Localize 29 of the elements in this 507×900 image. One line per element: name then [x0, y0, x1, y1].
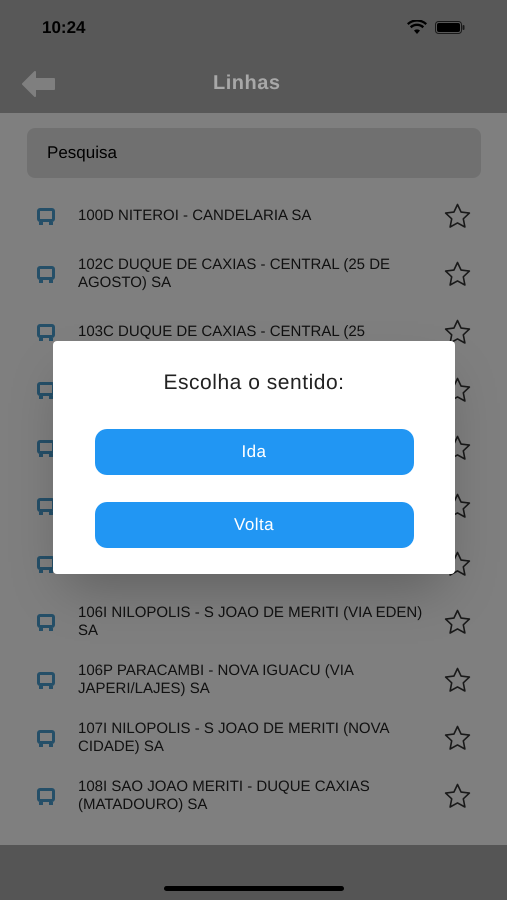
line-name[interactable]: 103C DUQUE DE CAXIAS - CENTRAL (25 [78, 323, 436, 341]
bus-icon [36, 612, 56, 632]
dialog-title: Escolha o sentido: [163, 370, 345, 396]
line-name[interactable]: 100D NITEROI - CANDELARIA SA [78, 207, 436, 225]
line-name[interactable]: 106I NILOPOLIS - S JOAO DE MERITI (VIA EDEN) SA [78, 604, 436, 640]
bus-icon [36, 728, 56, 748]
star-icon[interactable] [444, 609, 471, 635]
wifi-icon [407, 20, 427, 35]
star-icon[interactable] [444, 203, 471, 229]
star-icon[interactable] [444, 783, 471, 809]
line-name[interactable]: 108I SAO JOAO MERITI - DUQUE CAXIAS (MATADOURO) SA [78, 778, 436, 814]
bus-icon [36, 322, 56, 342]
bus-icon [36, 786, 56, 806]
clock-time: 10:24 [42, 16, 86, 39]
star-icon[interactable] [444, 725, 471, 751]
star-icon[interactable] [444, 261, 471, 287]
bus-icon [36, 206, 56, 226]
search-field[interactable]: Pesquisa [27, 128, 481, 178]
star-icon[interactable] [444, 319, 471, 345]
screen-title: Linhas [213, 71, 280, 96]
line-name[interactable]: 102C DUQUE DE CAXIAS - CENTRAL (25 DE AGOSTO) SA [78, 256, 436, 292]
line-name[interactable]: 107I NILOPOLIS - S JOAO DE MERITI (NOVA CIDADE) SA [78, 720, 436, 756]
star-icon[interactable] [444, 667, 471, 693]
battery-icon [435, 21, 465, 34]
direction-button[interactable]: Volta [94, 502, 414, 548]
line-name[interactable]: 106P PARACAMBI - NOVA IGUACU (VIA JAPERI/LAJES) SA [78, 662, 436, 698]
bus-icon [36, 264, 56, 284]
direction-button[interactable]: Ida [94, 428, 414, 474]
bus-icon [36, 670, 56, 690]
